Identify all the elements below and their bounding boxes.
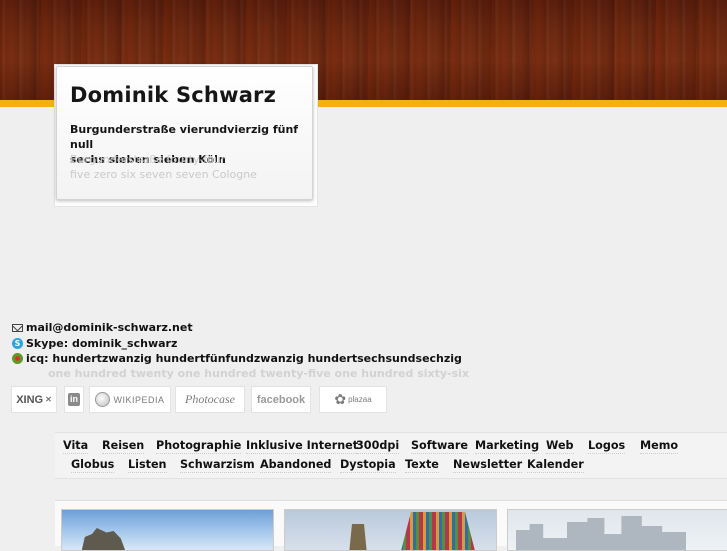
nav-item-texte[interactable]: Texte — [405, 458, 439, 473]
nav-item-listen[interactable]: Listen — [128, 458, 167, 473]
nav-item-vita[interactable]: Vita — [63, 439, 89, 454]
nav-item-web[interactable]: Web — [546, 439, 574, 454]
address-german-line1: Burgunderstraße vierundvierzig fünf null — [70, 123, 299, 151]
photo-gallery — [55, 500, 727, 551]
icq-row: icq: hundertzwanzig hundertfünfundzwanzi… — [12, 351, 462, 367]
mail-icon — [12, 324, 23, 333]
linkedin-logo: in — [68, 393, 80, 406]
nav-item-newsletter[interactable]: Newsletter — [453, 458, 523, 473]
xing-link[interactable]: XING ✕ — [11, 386, 57, 413]
nav-item-abandoned[interactable]: Abandoned — [260, 458, 332, 473]
wikipedia-globe-icon — [95, 392, 111, 407]
skype-link[interactable]: Skype: dominik_schwarz — [26, 336, 177, 352]
address-english: Burgunderstraße fourty-four five zero si… — [70, 152, 257, 182]
nav-item-photographie[interactable]: Photographie — [156, 439, 242, 454]
photocase-logo-text: Photocase — [185, 392, 235, 406]
nav-item-globus[interactable]: Globus — [71, 458, 115, 473]
plazaa-link[interactable]: ✿ plazaa — [319, 386, 387, 413]
nav-item-logos[interactable]: Logos — [588, 439, 626, 454]
address-english-line2: five zero six seven seven Cologne — [70, 168, 257, 181]
nav-item-kalender[interactable]: Kalender — [527, 458, 584, 473]
plazaa-logo-text: plazaa — [348, 395, 372, 404]
icq-number-english: one hundred twenty one hundred twenty-fi… — [48, 367, 470, 380]
nav-item-software[interactable]: Software — [411, 439, 468, 454]
xing-logo-text: XING — [16, 393, 44, 406]
nav-item-reisen[interactable]: Reisen — [102, 439, 145, 454]
nav-item-inklusive-internet[interactable]: Inklusive Internet — [246, 439, 359, 454]
linkedin-link[interactable]: in — [64, 386, 84, 413]
icq-number: icq: hundertzwanzig hundertfünfundzwanzi… — [26, 352, 462, 365]
xing-x-icon: ✕ — [45, 395, 52, 404]
nav-item-marketing[interactable]: Marketing — [475, 439, 540, 454]
photocase-link[interactable]: Photocase — [175, 386, 245, 413]
wikipedia-link[interactable]: WIKIPEDIA — [89, 386, 171, 413]
address-english-line1: Burgunderstraße fourty-four — [70, 153, 226, 166]
email-link[interactable]: mail@dominik-schwarz.net — [26, 320, 193, 336]
nav-item-schwarzism[interactable]: Schwarzism — [180, 458, 255, 473]
plazaa-flower-icon: ✿ — [334, 391, 347, 407]
main-navigation: Vita Reisen Photographie Inklusive Inter… — [55, 432, 727, 479]
identity-card: Dominik Schwarz Burgunderstraße vierundv… — [56, 66, 313, 200]
page-title: Dominik Schwarz — [70, 83, 277, 107]
skype-row[interactable]: S Skype: dominik_schwarz — [12, 336, 462, 352]
wikipedia-logo-text: WIKIPEDIA — [113, 394, 165, 405]
nav-row-2: Globus Listen Schwarzism Abandoned Dysto… — [55, 458, 727, 477]
facebook-link[interactable]: facebook — [251, 386, 311, 413]
nav-item-dystopia[interactable]: Dystopia — [340, 458, 396, 473]
nav-row-1: Vita Reisen Photographie Inklusive Inter… — [55, 439, 727, 458]
nav-item-memo[interactable]: Memo — [640, 439, 679, 454]
contact-list: mail@dominik-schwarz.net S Skype: domini… — [12, 320, 462, 367]
skype-icon: S — [12, 337, 23, 349]
facebook-logo-text: facebook — [256, 393, 306, 406]
email-row[interactable]: mail@dominik-schwarz.net — [12, 320, 462, 336]
icq-flower-icon — [12, 353, 23, 365]
nav-item-300dpi[interactable]: 300dpi — [356, 439, 400, 454]
